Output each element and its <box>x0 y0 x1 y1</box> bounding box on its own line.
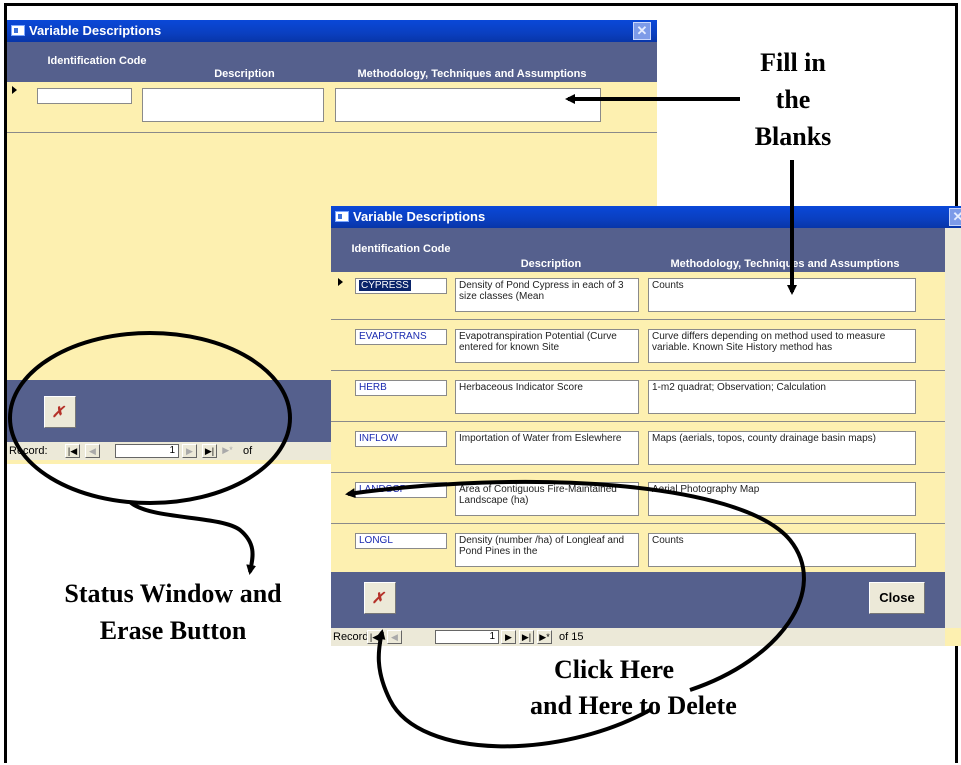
annotation-arrows <box>8 94 806 749</box>
delete-arrow-loop <box>345 479 806 692</box>
delete-arrow-bottom <box>375 629 651 749</box>
status-window-circle <box>8 331 292 505</box>
status-window-arrow <box>128 500 257 575</box>
